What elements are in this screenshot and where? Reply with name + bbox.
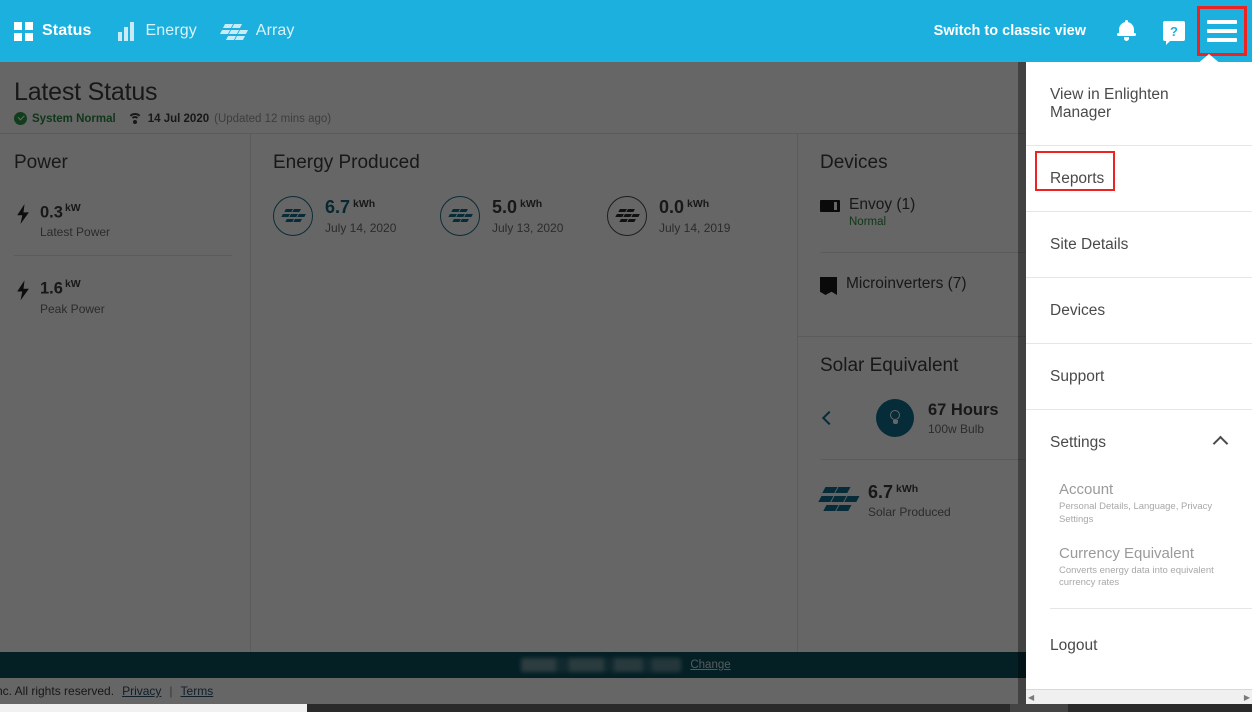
scroll-left-icon[interactable]: ◀ (1028, 693, 1034, 702)
hamburger-icon (1207, 20, 1237, 42)
menu-button[interactable] (1197, 6, 1247, 56)
os-taskbar (0, 704, 1252, 712)
submenu-desc: Converts energy data into equivalent cur… (1059, 564, 1214, 589)
main-menu-panel: View in Enlighten Manager Reports Site D… (1026, 62, 1252, 700)
menu-label: Logout (1050, 637, 1098, 655)
nav-items: Status Energy Array (0, 21, 295, 41)
bar-chart-icon (117, 21, 137, 41)
overlay-edge (1018, 62, 1026, 712)
nav-label: Energy (145, 22, 197, 39)
menu-label: Site Details (1050, 236, 1129, 253)
scroll-right-icon[interactable]: ▶ (1244, 693, 1250, 702)
menu-label: Settings (1050, 434, 1107, 451)
nav-item-status[interactable]: Status (14, 21, 92, 41)
menu-item-settings[interactable]: Settings (1026, 410, 1252, 475)
menu-list: View in Enlighten Manager Reports Site D… (1026, 62, 1252, 678)
chevron-up-icon (1212, 435, 1229, 451)
menu-label: View in Enlighten Manager (1050, 86, 1169, 121)
top-navigation-bar: Status Energy Array Switch to classic vi… (0, 0, 1252, 62)
menu-label: Reports (1050, 170, 1105, 187)
menu-horizontal-scrollbar[interactable]: ◀ ▶ (1026, 689, 1252, 704)
help-glyph: ? (1170, 23, 1178, 39)
app-root: Latest Status System Normal 14 Jul 2020 … (0, 0, 1252, 712)
submenu-item-currency-equivalent[interactable]: Currency Equivalent Converts energy data… (1059, 539, 1232, 603)
switch-to-classic-view-link[interactable]: Switch to classic view (934, 23, 1086, 39)
settings-submenu: Account Personal Details, Language, Priv… (1026, 475, 1252, 602)
submenu-item-account[interactable]: Account Personal Details, Language, Priv… (1059, 475, 1232, 539)
menu-item-site-details[interactable]: Site Details (1026, 212, 1252, 278)
submenu-title: Currency Equivalent (1059, 544, 1195, 562)
bell-icon (1116, 20, 1136, 41)
grid-icon (14, 21, 33, 41)
menu-item-view-in-enlighten-manager[interactable]: View in Enlighten Manager (1026, 62, 1252, 146)
submenu-desc: Personal Details, Language, Privacy Sett… (1059, 501, 1213, 525)
notifications-button[interactable] (1104, 9, 1148, 53)
menu-label: Devices (1050, 302, 1106, 319)
menu-item-support[interactable]: Support (1026, 344, 1252, 410)
menu-item-reports[interactable]: Reports (1026, 146, 1252, 212)
modal-dim-overlay[interactable] (0, 62, 1018, 712)
menu-label: Support (1050, 368, 1105, 385)
nav-label: Status (42, 22, 92, 39)
menu-caret (1196, 54, 1222, 65)
menu-item-logout[interactable]: Logout (1026, 609, 1252, 678)
solar-array-icon (219, 22, 248, 41)
help-icon: ? (1163, 21, 1185, 45)
nav-item-energy[interactable]: Energy (117, 21, 197, 41)
nav-actions: Switch to classic view ? (934, 6, 1252, 56)
menu-item-devices[interactable]: Devices (1026, 278, 1252, 344)
help-button[interactable]: ? (1152, 9, 1196, 53)
nav-label: Array (255, 22, 295, 39)
submenu-title: Account (1059, 481, 1114, 498)
nav-item-array[interactable]: Array (219, 22, 295, 41)
taskbar-left (0, 704, 307, 712)
taskbar-segment (1010, 704, 1068, 712)
